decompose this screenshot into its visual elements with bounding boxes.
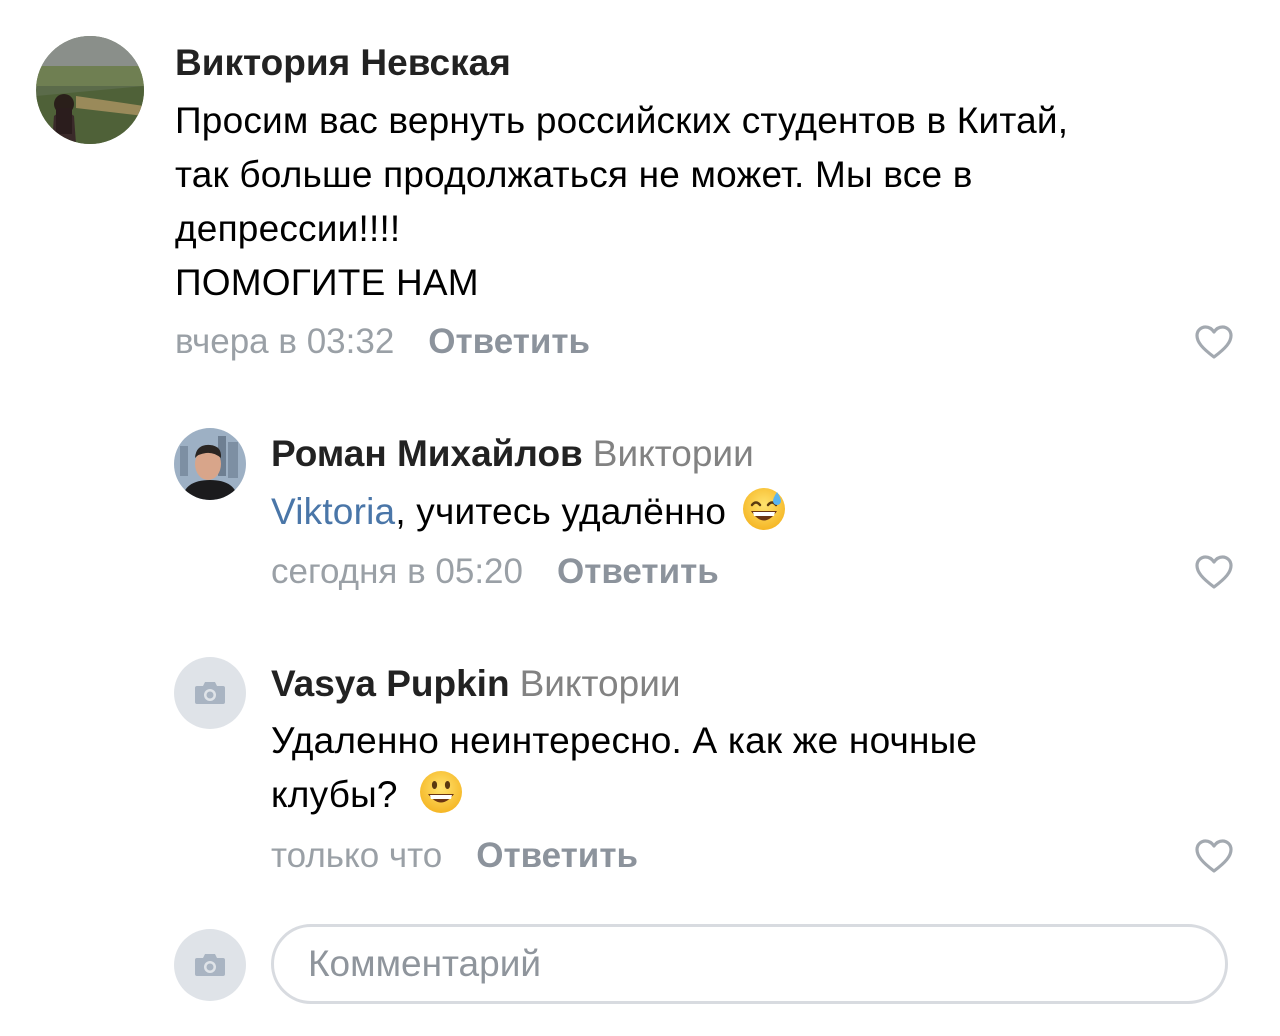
comment-text-line: ПОМОГИТЕ НАМ xyxy=(175,262,479,303)
comment-text-line: Удаленно неинтересно. А как же ночные xyxy=(271,720,978,761)
author-line: Виктория Невская xyxy=(175,41,511,85)
author-line: Vasya Pupkin Виктории xyxy=(271,662,681,706)
current-user-avatar xyxy=(174,929,246,1001)
comment-text: Удаленно неинтересно. А как же ночные кл… xyxy=(271,714,1231,822)
camera-icon xyxy=(195,954,225,976)
author-name[interactable]: Роман Михайлов xyxy=(271,433,583,474)
comment-text: Просим вас вернуть российских студентов … xyxy=(175,94,1255,310)
heart-outline-icon xyxy=(1195,325,1233,359)
avatar-photo xyxy=(174,428,246,500)
comment-meta: вчера в 03:32 Ответить xyxy=(175,320,590,364)
reply-button[interactable]: Ответить xyxy=(476,836,638,875)
avatar[interactable] xyxy=(174,657,246,729)
comment-timestamp: только что xyxy=(271,836,443,875)
like-button[interactable] xyxy=(1194,324,1234,360)
comment-timestamp: вчера в 03:32 xyxy=(175,322,395,361)
avatar[interactable] xyxy=(36,36,144,144)
author-line: Роман Михайлов Виктории xyxy=(271,432,754,476)
comment-text-line: так больше продолжаться не может. Мы все… xyxy=(175,154,973,195)
comment-text: Viktoria, учитесь удалённо xyxy=(271,485,1231,539)
avatar-photo xyxy=(36,36,144,144)
comment-meta: сегодня в 05:20 Ответить xyxy=(271,550,719,594)
heart-outline-icon xyxy=(1195,555,1233,589)
comment-text-row: клубы? xyxy=(271,768,1231,822)
comment-text-line: депрессии!!!! xyxy=(175,208,401,249)
author-name[interactable]: Vasya Pupkin xyxy=(271,663,510,704)
comment-meta: только что Ответить xyxy=(271,834,638,878)
reply-button[interactable]: Ответить xyxy=(557,552,719,591)
camera-icon xyxy=(195,682,225,704)
reply-to-label[interactable]: Виктории xyxy=(520,663,681,704)
like-button[interactable] xyxy=(1194,838,1234,874)
comment-text-line: клубы? xyxy=(271,774,398,815)
heart-outline-icon xyxy=(1195,839,1233,873)
comment-text-line: Просим вас вернуть российских студентов … xyxy=(175,100,1069,141)
mention-link[interactable]: Viktoria xyxy=(271,491,395,532)
grinning-emoji-icon xyxy=(418,769,464,815)
comment-timestamp: сегодня в 05:20 xyxy=(271,552,523,591)
like-button[interactable] xyxy=(1194,554,1234,590)
sweat-smile-emoji-icon xyxy=(741,486,787,532)
comment-text-line: , учитесь удалённо xyxy=(395,491,727,532)
author-name[interactable]: Виктория Невская xyxy=(175,42,511,83)
reply-button[interactable]: Ответить xyxy=(428,322,590,361)
avatar[interactable] xyxy=(174,428,246,500)
reply-to-label[interactable]: Виктории xyxy=(593,433,754,474)
comment-input[interactable] xyxy=(271,924,1228,1004)
